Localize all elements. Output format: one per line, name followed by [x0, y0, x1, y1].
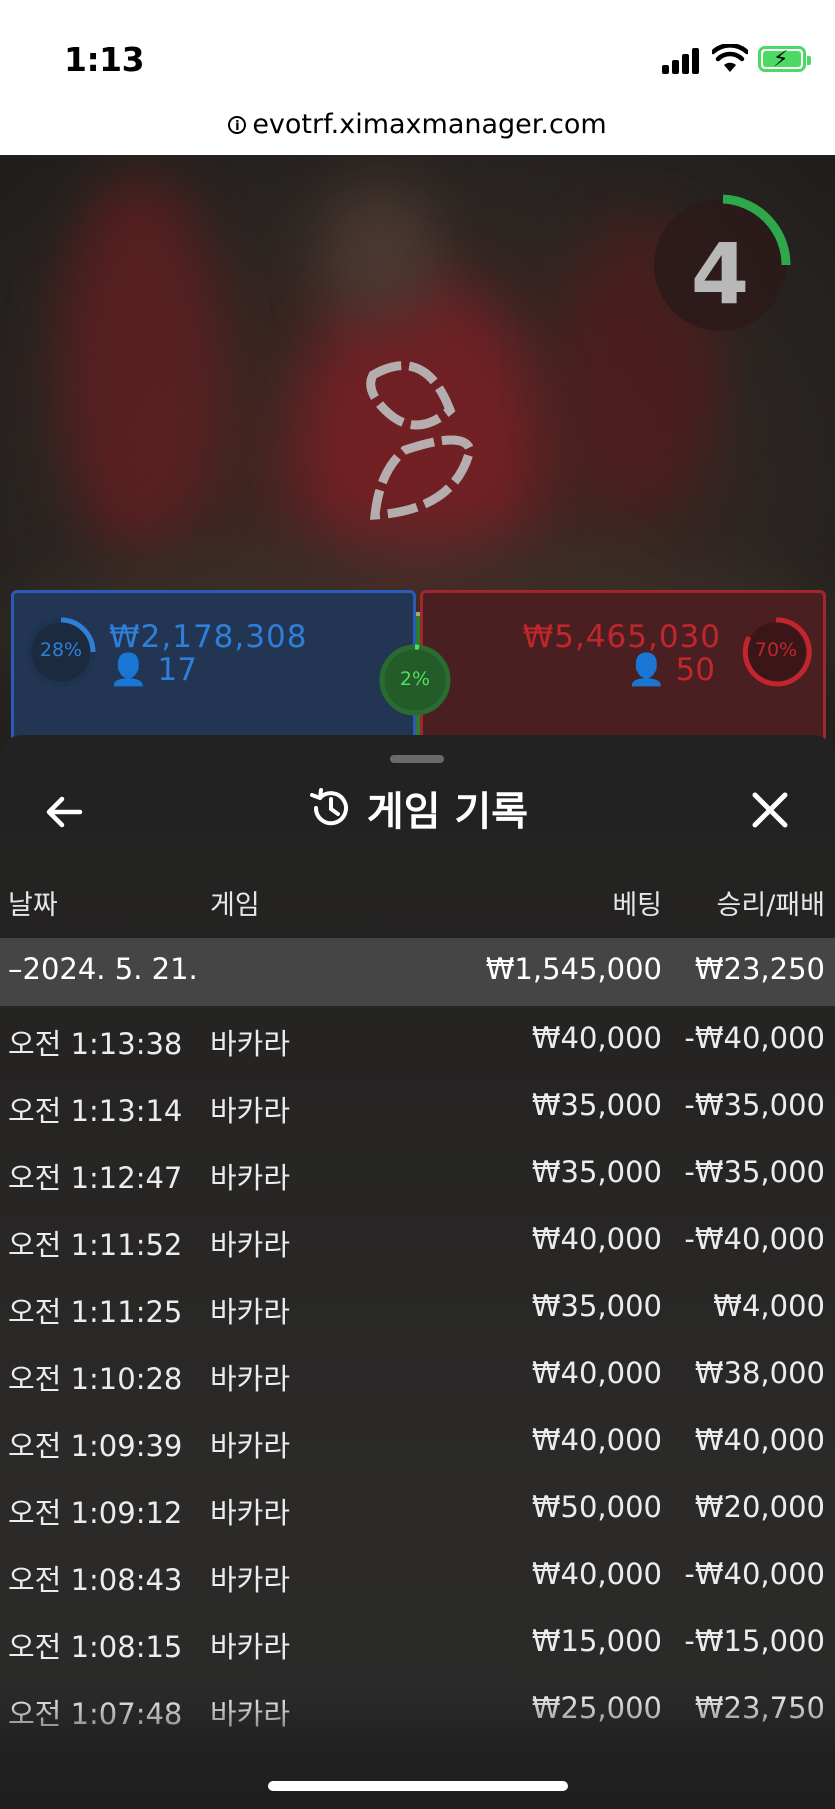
evolution-logo-icon	[366, 361, 475, 520]
row-result: ₩20,000	[694, 1490, 825, 1524]
player-count: 17	[157, 652, 197, 688]
row-result: -₩35,000	[684, 1155, 825, 1189]
user-icon: 👤	[109, 652, 148, 688]
banker-total-bet: ₩5,465,030	[522, 619, 721, 655]
table-row[interactable]: 오전 1:11:52 바카라 ₩40,000 -₩40,000	[0, 1208, 835, 1275]
row-time: 오전 1:10:28	[8, 1362, 183, 1396]
info-icon[interactable]: i	[228, 116, 247, 134]
sheet-title: 게임 기록	[366, 789, 529, 835]
row-bet: ₩35,000	[531, 1289, 662, 1323]
row-bet: ₩40,000	[531, 1222, 662, 1256]
column-date[interactable]: 날짜	[8, 883, 58, 922]
row-bet: ₩35,000	[531, 1155, 662, 1189]
column-bet[interactable]: 베팅	[612, 883, 662, 922]
battery-icon: ⚡	[758, 46, 811, 72]
table-row[interactable]: 오전 1:13:14 바카라 ₩35,000 -₩35,000	[0, 1074, 835, 1141]
row-game: 바카라	[210, 1362, 291, 1396]
row-time: 오전 1:08:15	[8, 1630, 183, 1664]
home-indicator[interactable]	[268, 1781, 568, 1791]
table-row[interactable]: 오전 1:08:15 바카라 ₩15,000 -₩15,000	[0, 1610, 835, 1677]
table-row[interactable]: 오전 1:12:47 바카라 ₩35,000 -₩35,000	[0, 1141, 835, 1208]
row-result: ₩40,000	[694, 1423, 825, 1457]
history-icon	[309, 788, 348, 826]
row-result: -₩35,000	[684, 1088, 825, 1122]
table-row[interactable]: 오전 1:08:43 바카라 ₩40,000 -₩40,000	[0, 1543, 835, 1610]
player-percent: 28%	[39, 639, 83, 661]
clock: 1:13	[64, 40, 145, 79]
row-game: 바카라	[210, 1161, 291, 1195]
sheet-header: 게임 기록	[0, 779, 835, 837]
row-game: 바카라	[210, 1295, 291, 1329]
tie-percent: 2%	[399, 668, 431, 690]
row-bet: ₩50,000	[531, 1490, 662, 1524]
row-time: 오전 1:11:25	[8, 1295, 183, 1329]
row-game: 바카라	[210, 1429, 291, 1463]
row-time: 오전 1:13:14	[8, 1094, 183, 1128]
row-time: 오전 1:09:12	[8, 1496, 183, 1530]
row-result: -₩15,000	[684, 1624, 825, 1658]
row-time: 오전 1:08:43	[8, 1563, 183, 1597]
row-time: 오전 1:11:52	[8, 1228, 183, 1262]
banker-percent: 70%	[754, 639, 798, 661]
summary-date: –2024. 5. 21.	[8, 952, 198, 986]
column-win-loss[interactable]: 승리/패배	[717, 883, 825, 922]
row-game: 바카라	[210, 1094, 291, 1128]
row-game: 바카라	[210, 1027, 291, 1061]
row-result: ₩38,000	[694, 1356, 825, 1390]
row-game: 바카라	[210, 1496, 291, 1530]
table-row[interactable]: 오전 1:09:39 바카라 ₩40,000 ₩40,000	[0, 1409, 835, 1476]
history-rows: 오전 1:13:38 바카라 ₩40,000 -₩40,000 오전 1:13:14 바카…	[0, 1007, 835, 1744]
summary-win-loss: ₩23,250	[694, 952, 825, 986]
row-time: 오전 1:09:39	[8, 1429, 183, 1463]
row-result: -₩40,000	[684, 1021, 825, 1055]
url-text: evotrf.ximaxmanager.com	[252, 109, 607, 140]
row-bet: ₩40,000	[531, 1423, 662, 1457]
wifi-icon	[712, 44, 748, 72]
sheet-drag-handle[interactable]	[390, 755, 444, 763]
address-bar[interactable]: i evotrf.ximaxmanager.com	[0, 100, 835, 155]
table-header: 날짜 게임 베팅 승리/패배	[0, 883, 835, 923]
column-game[interactable]: 게임	[210, 883, 260, 922]
row-game: 바카라	[210, 1228, 291, 1262]
table-row[interactable]: 오전 1:09:12 바카라 ₩50,000 ₩20,000	[0, 1476, 835, 1543]
row-time: 오전 1:12:47	[8, 1161, 183, 1195]
user-icon: 👤	[627, 652, 666, 688]
row-game: 바카라	[210, 1563, 291, 1597]
status-bar: 1:13 ⚡	[0, 0, 835, 100]
close-icon[interactable]	[745, 785, 795, 835]
row-bet: ₩15,000	[531, 1624, 662, 1658]
row-time: 오전 1:13:38	[8, 1027, 183, 1061]
date-summary-row[interactable]: –2024. 5. 21. ₩1,545,000 ₩23,250	[0, 938, 835, 1006]
player-total-bet: ₩2,178,308	[109, 619, 308, 655]
cellular-signal-icon	[662, 46, 706, 74]
banker-count: 50	[675, 652, 715, 688]
row-result: -₩40,000	[684, 1222, 825, 1256]
scroll-fade	[0, 1695, 835, 1809]
row-bet: ₩35,000	[531, 1088, 662, 1122]
row-bet: ₩40,000	[531, 1557, 662, 1591]
summary-bet: ₩1,545,000	[485, 952, 662, 986]
row-bet: ₩40,000	[531, 1356, 662, 1390]
table-row[interactable]: 오전 1:13:38 바카라 ₩40,000 -₩40,000	[0, 1007, 835, 1074]
game-history-sheet: 게임 기록 날짜 게임 베팅 승리/패배 –2024. 5. 21. ₩1,54…	[0, 735, 835, 1809]
table-row[interactable]: 오전 1:11:25 바카라 ₩35,000 ₩4,000	[0, 1275, 835, 1342]
row-result: -₩40,000	[684, 1557, 825, 1591]
row-result: ₩4,000	[713, 1289, 825, 1323]
row-bet: ₩40,000	[531, 1021, 662, 1055]
countdown-number: 4	[690, 225, 750, 323]
row-game: 바카라	[210, 1630, 291, 1664]
table-row[interactable]: 오전 1:10:28 바카라 ₩40,000 ₩38,000	[0, 1342, 835, 1409]
